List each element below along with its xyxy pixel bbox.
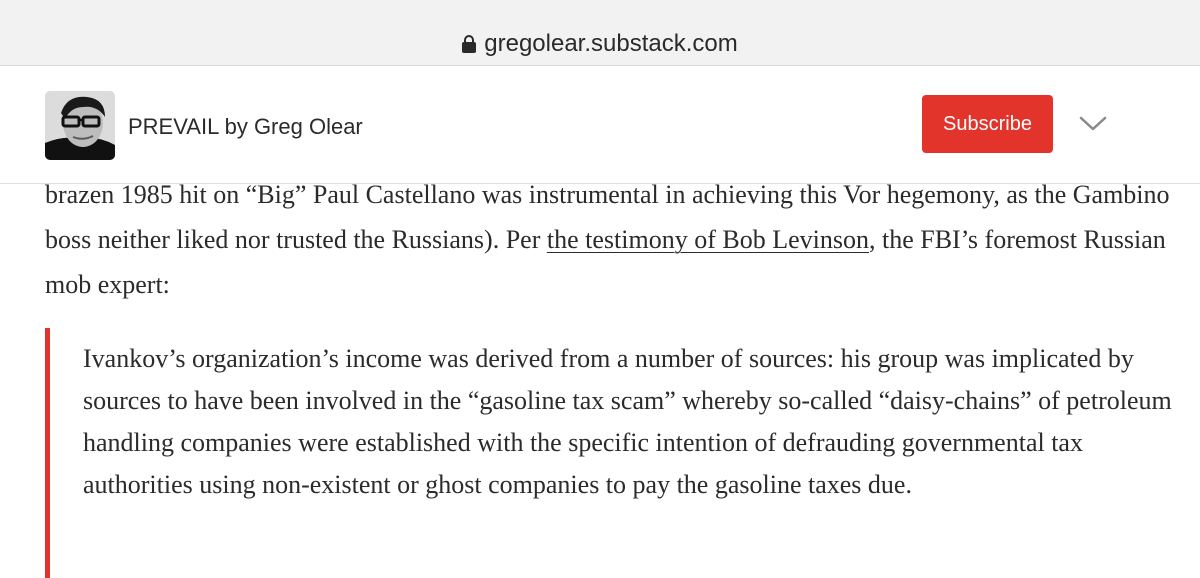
testimony-link[interactable]: the testimony of Bob Levinson — [547, 225, 869, 254]
publication-header: PREVAIL by Greg Olear Subscribe — [0, 67, 1200, 184]
avatar[interactable] — [45, 91, 115, 160]
url-text[interactable]: gregolear.substack.com — [484, 30, 737, 57]
subscribe-button[interactable]: Subscribe — [922, 95, 1053, 153]
address-display[interactable]: gregolear.substack.com — [0, 30, 1200, 58]
lock-icon — [462, 35, 477, 53]
chevron-down-icon[interactable] — [1078, 113, 1108, 133]
article-paragraph: brazen 1985 hit on “Big” Paul Castellano… — [45, 184, 1175, 307]
quote-text: Ivankov’s organization’s income was deri… — [83, 344, 1172, 499]
browser-url-bar[interactable]: gregolear.substack.com — [0, 0, 1200, 66]
publication-title[interactable]: PREVAIL by Greg Olear — [128, 114, 363, 140]
article-body: brazen 1985 hit on “Big” Paul Castellano… — [0, 184, 1200, 578]
blockquote: Ivankov’s organization’s income was deri… — [45, 328, 1175, 578]
author-photo-icon — [45, 91, 115, 160]
